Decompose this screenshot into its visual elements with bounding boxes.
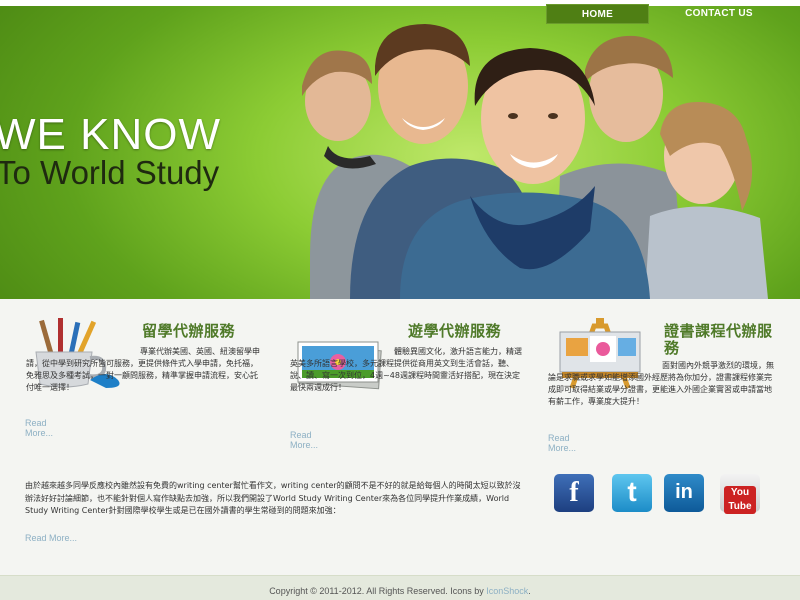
writing-center-paragraph: 由於越來越多同學反應校內雖然設有免費的writing center幫忙看作文，w… [25,481,521,515]
read-more-link[interactable]: Read More... [548,433,576,453]
linkedin-icon[interactable]: in [664,474,704,512]
hero-banner: WE KNOW To World Study [0,6,800,299]
read-more-link[interactable]: Read More... [25,418,53,438]
service-description: 體驗異國文化，激升語言能力，精選英美多所語言學校，多元課程提供從商用英文到生活會… [290,347,522,392]
top-nav: HOME CONTACT US [546,4,789,24]
footer-credit-link[interactable]: IconShock [486,586,528,596]
service-description: 面對國內外競爭激烈的環境，無論是求職或求學如能增添國外經歷將為你加分，證書課程修… [548,361,774,406]
footer-end: . [528,586,531,596]
hero-students-photo [302,24,768,299]
nav-home[interactable]: HOME [546,4,649,24]
service-title: 證書課程代辦服務 [664,322,773,357]
youtube-icon[interactable]: You Tube [720,474,760,514]
hero-subheadline: To World Study [0,154,220,191]
twitter-icon[interactable]: t [612,474,652,512]
read-more-link[interactable]: Read More... [290,430,318,450]
nav-contact-us[interactable]: CONTACT US [649,4,789,24]
facebook-icon[interactable]: f [554,474,594,512]
service-title: 遊學代辦服務 [408,322,502,340]
footer: Copyright © 2011-2012. All Rights Reserv… [0,575,800,600]
read-more-link[interactable]: Read More... [25,533,77,543]
footer-copyright: Copyright © 2011-2012. All Rights Reserv… [269,586,487,596]
service-title: 留學代辦服務 [142,322,236,340]
hero-headline: WE KNOW [0,110,221,159]
service-description: 專業代辦美國、英國、紐澳留學申請，從中學到研究所皆可服務，更提供條件式入學申請，… [26,347,260,392]
